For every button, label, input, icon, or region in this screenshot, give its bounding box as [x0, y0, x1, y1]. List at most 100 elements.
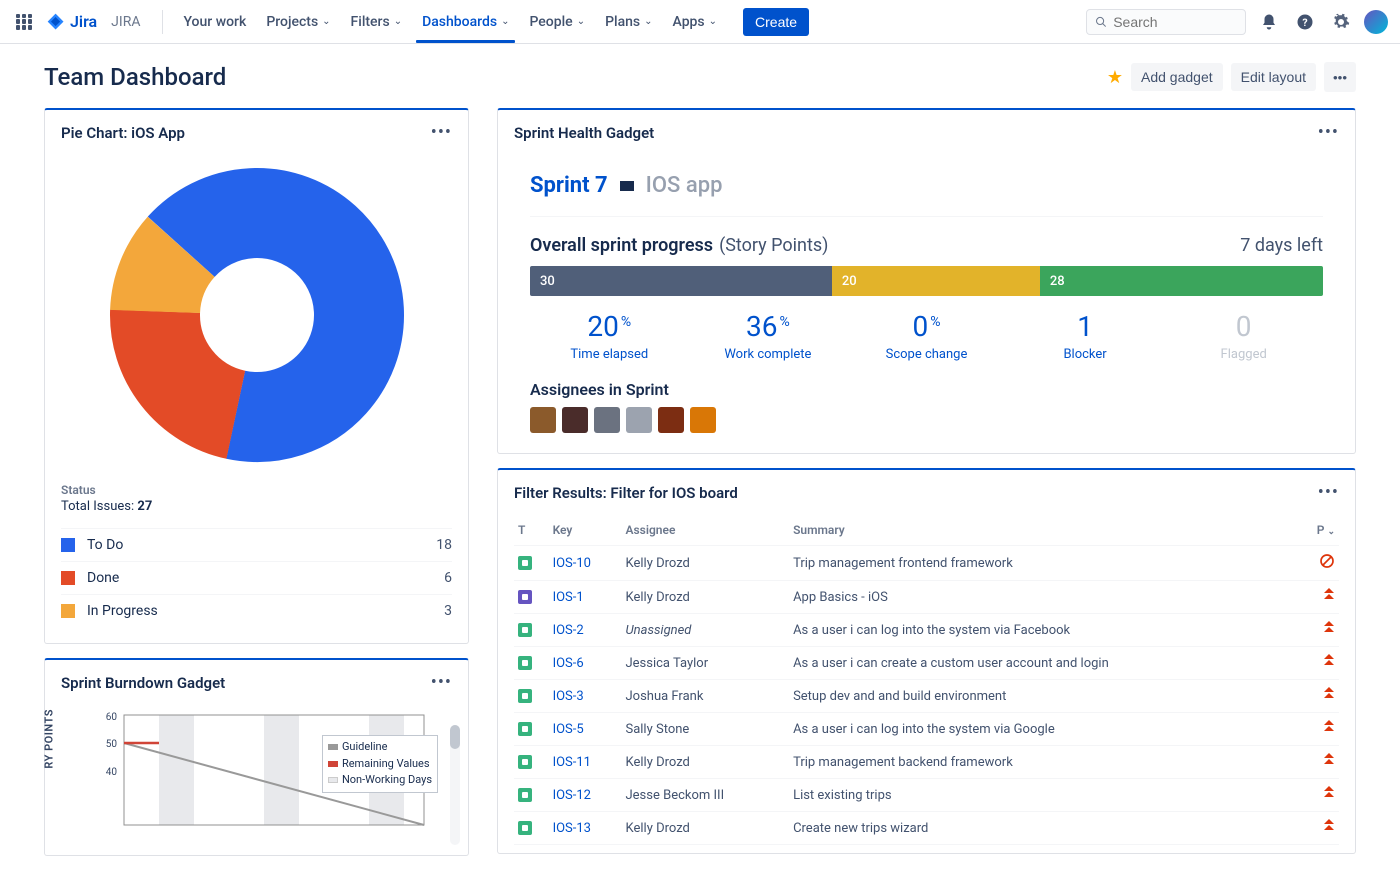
divider	[162, 10, 163, 34]
days-left: 7 days left	[1240, 235, 1323, 256]
status-label: Status	[61, 483, 452, 497]
svg-text:50: 50	[106, 739, 118, 750]
gadget-title: Sprint Burndown Gadget	[61, 674, 225, 692]
chevron-down-icon: ⌄	[322, 16, 330, 27]
progress-segment: 28	[1040, 266, 1323, 296]
legend-label: Done	[87, 570, 119, 586]
settings-button[interactable]	[1328, 9, 1354, 35]
nav-item-your-work[interactable]: Your work	[173, 0, 256, 43]
issue-key[interactable]: IOS-13	[549, 812, 622, 845]
edit-layout-button[interactable]: Edit layout	[1231, 63, 1316, 91]
legend-row[interactable]: Done 6	[61, 561, 452, 594]
issue-summary: As a user i can log into the system via …	[789, 614, 1298, 647]
issue-key[interactable]: IOS-1	[549, 581, 622, 614]
nav-item-plans[interactable]: Plans⌄	[595, 0, 662, 43]
issue-assignee: Sally Stone	[621, 713, 789, 746]
legend-row[interactable]: To Do18	[61, 528, 452, 561]
table-row[interactable]: IOS-11 Kelly Drozd Trip management backe…	[514, 746, 1339, 779]
sprint-health-gadget: Sprint Health Gadget ••• Sprint 7 IOS ap…	[497, 108, 1356, 454]
table-row[interactable]: IOS-3 Joshua Frank Setup dev and and bui…	[514, 680, 1339, 713]
gadget-more-button[interactable]: •••	[431, 122, 452, 143]
issue-priority	[1298, 581, 1339, 614]
help-button[interactable]: ?	[1292, 9, 1318, 35]
notifications-button[interactable]	[1256, 9, 1282, 35]
gadget-more-button[interactable]: •••	[431, 672, 452, 693]
jira-logo[interactable]: Jira	[46, 12, 97, 32]
issue-key[interactable]: IOS-6	[549, 647, 622, 680]
issue-key[interactable]: IOS-10	[549, 546, 622, 581]
story-icon	[518, 556, 532, 570]
assignee-avatar[interactable]	[658, 407, 684, 433]
filter-table: T Key Assignee Summary P ⌄ IOS-10 Kelly …	[514, 515, 1339, 845]
col-summary[interactable]: Summary	[789, 515, 1298, 546]
nav-item-dashboards[interactable]: Dashboards⌄	[412, 0, 519, 43]
metric-work-complete: 36%Work complete	[689, 310, 848, 362]
svg-text:60: 60	[106, 712, 118, 723]
gadget-more-button[interactable]: •••	[1318, 122, 1339, 143]
issue-key[interactable]: IOS-3	[549, 680, 622, 713]
y-axis-label: RY POINTS	[43, 709, 56, 769]
metric-blocker: 1Blocker	[1006, 310, 1165, 362]
legend-row[interactable]: In Progress3	[61, 594, 452, 627]
table-row[interactable]: IOS-6 Jessica Taylor As a user i can cre…	[514, 647, 1339, 680]
gadget-title: Sprint Health Gadget	[514, 124, 654, 142]
profile-avatar[interactable]	[1364, 10, 1388, 34]
assignee-avatar[interactable]	[530, 407, 556, 433]
add-gadget-button[interactable]: Add gadget	[1131, 63, 1223, 91]
col-key[interactable]: Key	[549, 515, 622, 546]
burndown-legend: Guideline Remaining Values Non-Working D…	[322, 735, 438, 793]
issue-assignee: Kelly Drozd	[621, 812, 789, 845]
highest-priority-icon	[1323, 753, 1335, 767]
table-row[interactable]: IOS-13 Kelly Drozd Create new trips wiza…	[514, 812, 1339, 845]
nav-item-apps[interactable]: Apps⌄	[663, 0, 728, 43]
issue-priority	[1298, 779, 1339, 812]
issue-priority	[1298, 614, 1339, 647]
story-icon	[518, 656, 532, 670]
story-icon	[518, 689, 532, 703]
app-switcher[interactable]	[12, 10, 36, 34]
star-button[interactable]: ★	[1107, 67, 1123, 88]
grid-icon	[16, 14, 32, 30]
issue-key[interactable]: IOS-11	[549, 746, 622, 779]
highest-priority-icon	[1323, 786, 1335, 800]
epic-icon	[518, 590, 532, 604]
table-row[interactable]: IOS-2 Unassigned As a user i can log int…	[514, 614, 1339, 647]
legend-value: 6	[444, 570, 452, 586]
nav-item-filters[interactable]: Filters⌄	[341, 0, 413, 43]
assignee-avatar[interactable]	[626, 407, 652, 433]
gear-icon	[1332, 13, 1350, 31]
chevron-down-icon: ⌄	[501, 16, 509, 27]
legend-value: 3	[444, 603, 452, 619]
issue-assignee: Kelly Drozd	[621, 746, 789, 779]
issue-key[interactable]: IOS-2	[549, 614, 622, 647]
scrollbar[interactable]	[450, 725, 460, 845]
table-row[interactable]: IOS-5 Sally Stone As a user i can log in…	[514, 713, 1339, 746]
issue-key[interactable]: IOS-12	[549, 779, 622, 812]
nav-item-projects[interactable]: Projects⌄	[256, 0, 340, 43]
col-type[interactable]: T	[514, 515, 549, 546]
filter-results-gadget: Filter Results: Filter for IOS board •••…	[497, 468, 1356, 854]
issue-key[interactable]: IOS-5	[549, 713, 622, 746]
table-row[interactable]: IOS-10 Kelly Drozd Trip management front…	[514, 546, 1339, 581]
gadget-more-button[interactable]: •••	[1318, 482, 1339, 503]
metric-time-elapsed: 20%Time elapsed	[530, 310, 689, 362]
progress-segment: 30	[530, 266, 832, 296]
col-priority[interactable]: P ⌄	[1298, 515, 1339, 546]
assignee-avatar[interactable]	[594, 407, 620, 433]
table-row[interactable]: IOS-12 Jesse Beckom III List existing tr…	[514, 779, 1339, 812]
issue-priority	[1298, 680, 1339, 713]
assignee-avatar[interactable]	[562, 407, 588, 433]
col-assignee[interactable]: Assignee	[621, 515, 789, 546]
search-input[interactable]	[1113, 14, 1237, 30]
issue-priority	[1298, 713, 1339, 746]
assignee-avatar[interactable]	[690, 407, 716, 433]
legend-label: To Do	[87, 537, 123, 553]
nav-item-people[interactable]: People⌄	[519, 0, 595, 43]
table-row[interactable]: IOS-1 Kelly Drozd App Basics - iOS	[514, 581, 1339, 614]
search-box[interactable]	[1086, 9, 1246, 35]
more-actions-button[interactable]: •••	[1324, 62, 1356, 92]
create-button[interactable]: Create	[743, 8, 809, 36]
donut-chart: 1	[107, 165, 407, 465]
story-icon	[518, 788, 532, 802]
story-icon	[518, 623, 532, 637]
